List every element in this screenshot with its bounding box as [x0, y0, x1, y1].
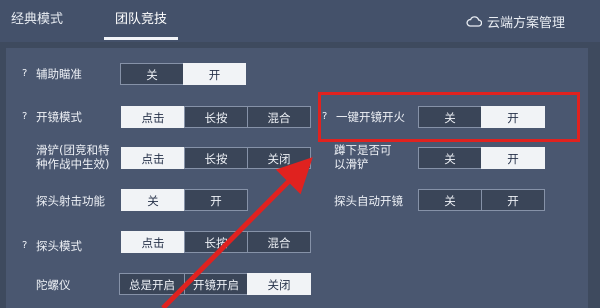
annotation-arrow — [161, 157, 313, 308]
